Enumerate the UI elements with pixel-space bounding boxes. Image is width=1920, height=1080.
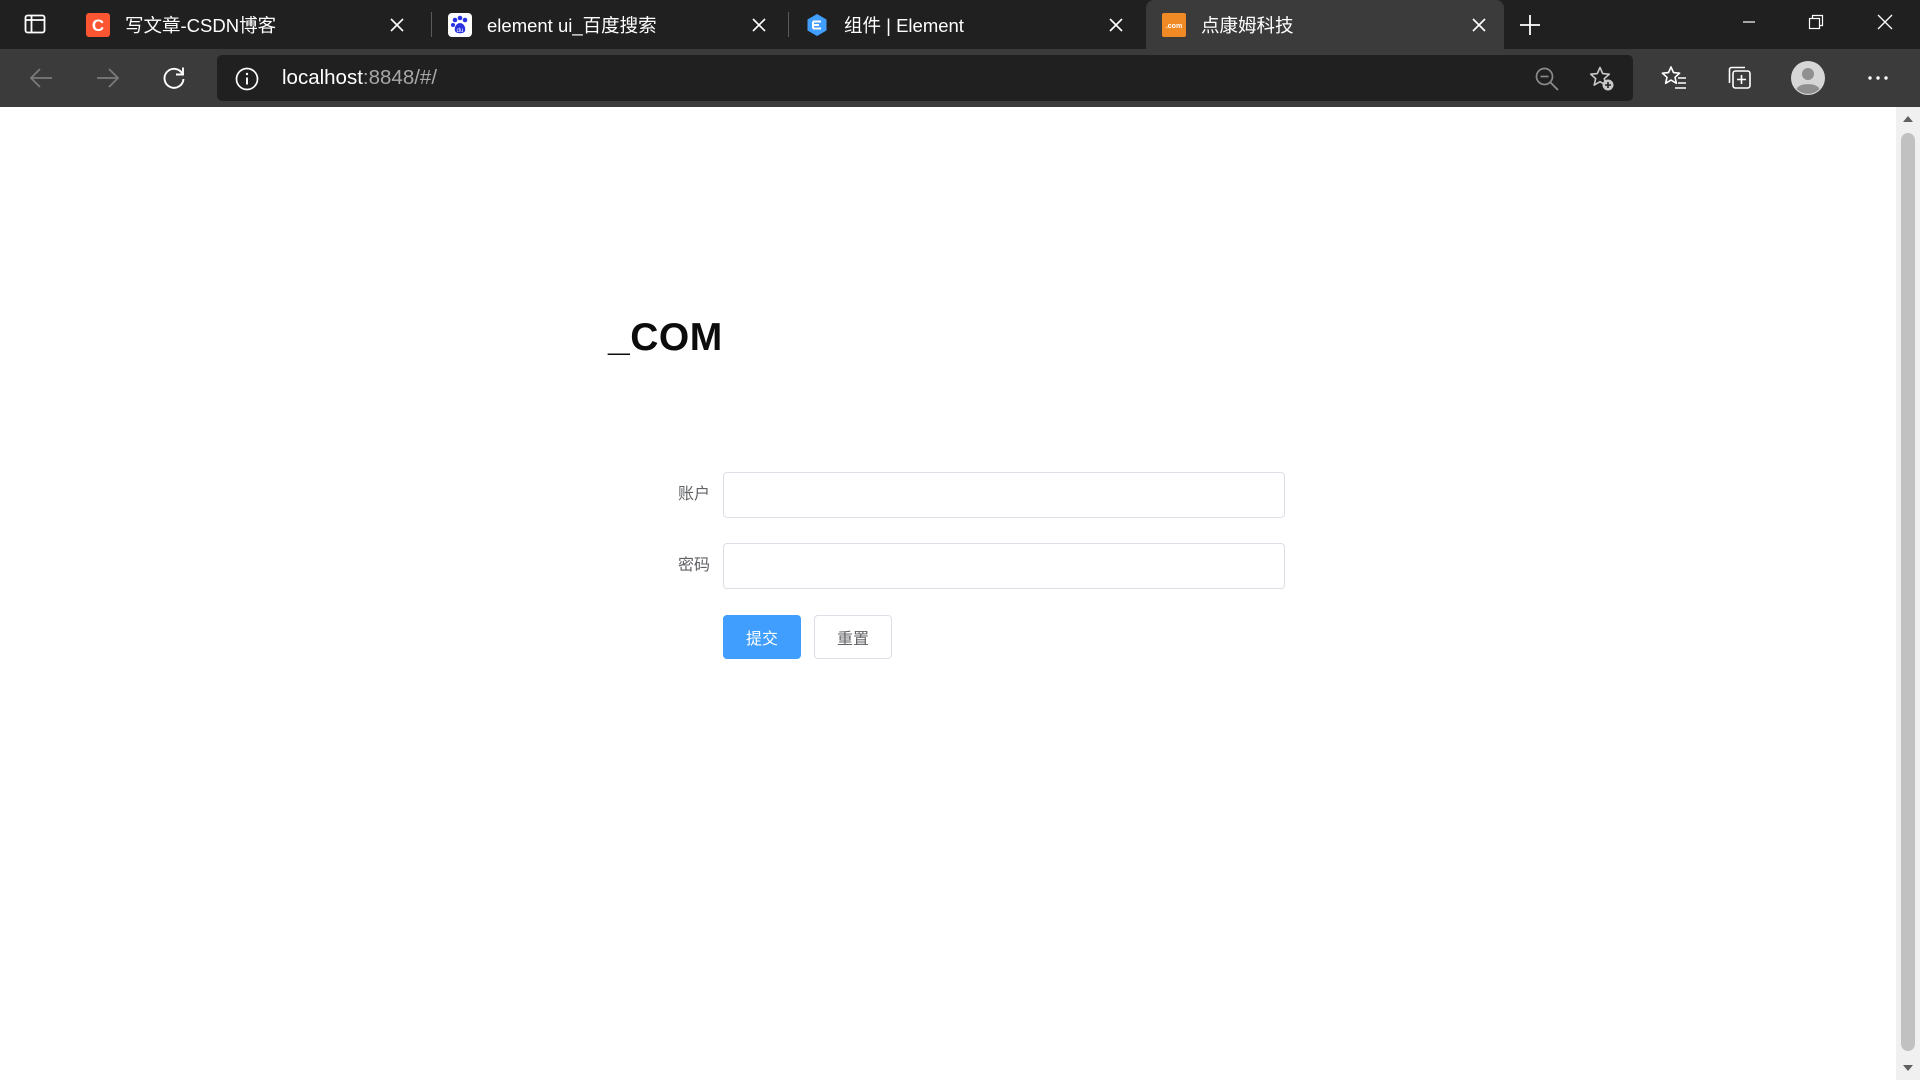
add-favorite-icon[interactable] bbox=[1588, 65, 1616, 93]
plus-icon bbox=[1520, 15, 1540, 35]
submit-button[interactable]: 提交 bbox=[723, 615, 801, 659]
profile-button[interactable] bbox=[1788, 58, 1828, 98]
svg-text:C: C bbox=[92, 16, 104, 35]
restore-button[interactable] bbox=[1781, 0, 1851, 44]
minimize-icon bbox=[1743, 21, 1755, 23]
arrow-left-icon bbox=[29, 68, 52, 88]
window-close-button[interactable] bbox=[1850, 0, 1920, 44]
brand-logo-text: _COM bbox=[608, 316, 723, 359]
csdn-icon: C bbox=[86, 12, 110, 37]
tab-title: 组件 | Element bbox=[844, 14, 964, 36]
arrow-right-icon bbox=[97, 68, 120, 88]
svg-text:du: du bbox=[457, 28, 464, 34]
close-icon bbox=[1877, 14, 1893, 30]
tab-dotcom[interactable]: .com 点康姆科技 bbox=[1146, 0, 1504, 49]
info-icon[interactable] bbox=[235, 67, 259, 91]
tab-element[interactable]: 组件 | Element bbox=[789, 0, 1141, 49]
reset-button[interactable]: 重置 bbox=[814, 615, 892, 659]
baidu-icon: du bbox=[448, 12, 472, 37]
url-text[interactable]: localhost:8848/#/ bbox=[282, 66, 437, 90]
url-path: :8848/#/ bbox=[362, 66, 438, 89]
collections-icon bbox=[1728, 66, 1751, 89]
svg-text:.com: .com bbox=[1166, 23, 1182, 30]
account-row: 账户 bbox=[600, 472, 1286, 518]
tab-title: 点康姆科技 bbox=[1201, 14, 1294, 36]
tab-title: 写文章-CSDN博客 bbox=[125, 14, 277, 36]
address-bar[interactable]: localhost:8848/#/ bbox=[217, 55, 1633, 101]
element-icon bbox=[805, 13, 829, 37]
password-row: 密码 bbox=[600, 543, 1286, 589]
scroll-up-icon[interactable] bbox=[1896, 109, 1920, 129]
scroll-thumb[interactable] bbox=[1901, 133, 1915, 1051]
tab-strip: C 写文章-CSDN博客 du element ui_百度搜索 组件 | Ele… bbox=[0, 0, 1920, 49]
zoom-out-icon[interactable] bbox=[1534, 66, 1560, 92]
refresh-icon bbox=[163, 67, 185, 89]
dotcom-icon: .com bbox=[1162, 12, 1186, 37]
close-icon[interactable] bbox=[1468, 14, 1490, 36]
back-button[interactable] bbox=[21, 58, 61, 98]
scroll-down-icon[interactable] bbox=[1896, 1058, 1920, 1078]
more-icon bbox=[1868, 76, 1888, 80]
url-host: localhost bbox=[282, 66, 363, 89]
page-content bbox=[0, 107, 1896, 1080]
more-button[interactable] bbox=[1858, 58, 1898, 98]
close-icon[interactable] bbox=[748, 14, 770, 36]
close-icon[interactable] bbox=[1105, 14, 1127, 36]
tab-csdn[interactable]: C 写文章-CSDN博客 bbox=[70, 0, 422, 49]
avatar-icon bbox=[1791, 61, 1825, 95]
browser-toolbar: localhost:8848/#/ bbox=[0, 49, 1920, 107]
close-icon[interactable] bbox=[386, 14, 408, 36]
refresh-button[interactable] bbox=[154, 58, 194, 98]
restore-icon bbox=[1808, 14, 1824, 30]
vertical-scrollbar[interactable] bbox=[1896, 107, 1920, 1080]
favorites-icon bbox=[1661, 66, 1686, 89]
tab-baidu[interactable]: du element ui_百度搜索 bbox=[432, 0, 784, 49]
minimize-button[interactable] bbox=[1714, 0, 1784, 44]
tab-title: element ui_百度搜索 bbox=[487, 14, 657, 36]
new-tab-button[interactable] bbox=[1515, 10, 1545, 40]
collections-button[interactable] bbox=[1720, 58, 1760, 98]
favorites-button[interactable] bbox=[1654, 58, 1694, 98]
account-input[interactable] bbox=[723, 472, 1285, 518]
tab-actions-icon[interactable] bbox=[16, 11, 54, 37]
password-input[interactable] bbox=[723, 543, 1285, 589]
password-label: 密码 bbox=[677, 557, 710, 574]
forward-button[interactable] bbox=[88, 58, 128, 98]
account-label: 账户 bbox=[677, 486, 710, 503]
